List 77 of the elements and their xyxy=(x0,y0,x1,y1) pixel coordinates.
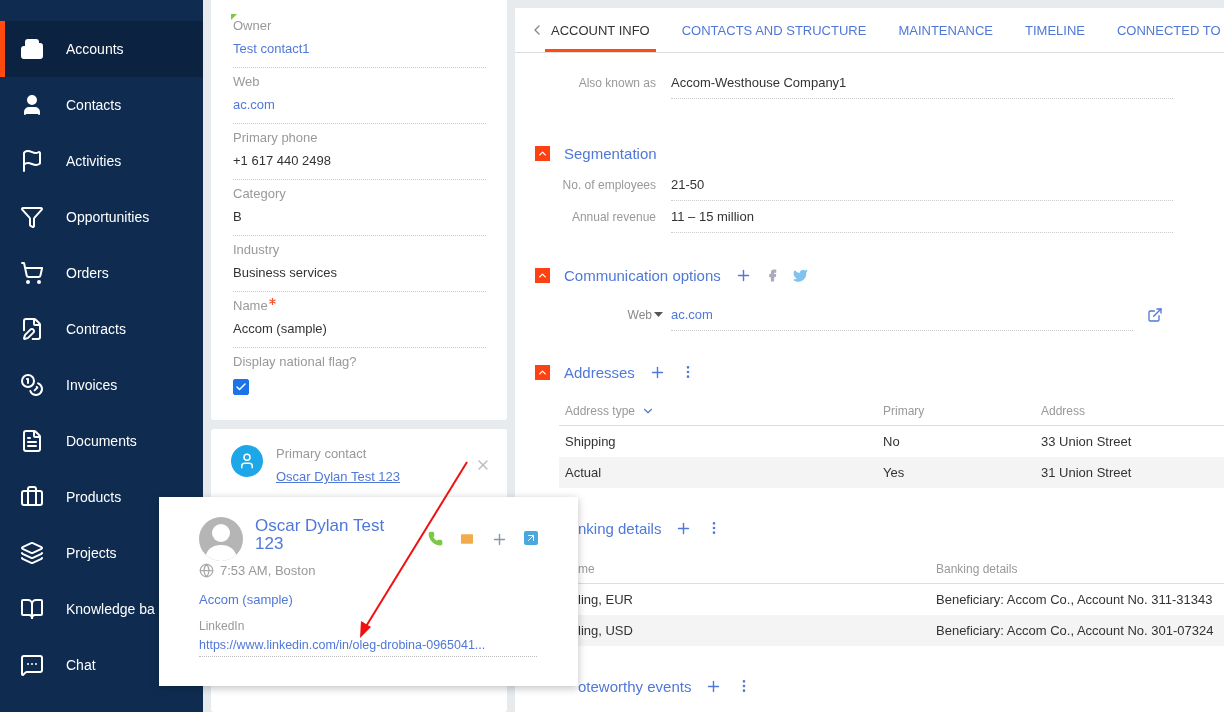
tab[interactable]: MAINTENANCE xyxy=(892,8,999,52)
section-title: oteworthy events xyxy=(578,677,692,695)
sidebar-item[interactable]: Activities xyxy=(0,133,203,189)
tab[interactable]: CONTACTS AND STRUCTURE xyxy=(675,8,873,52)
field-value: 11 – 15 million xyxy=(671,201,1173,233)
type-dropdown[interactable]: Web xyxy=(627,308,663,322)
column-header: Address xyxy=(1041,403,1087,418)
field-label: Display national flag? xyxy=(233,354,358,369)
column-header: Address type xyxy=(565,403,883,418)
collapse-button[interactable] xyxy=(535,267,550,283)
field-label: Category xyxy=(233,186,287,201)
collapse-button[interactable] xyxy=(535,145,550,161)
field-label: Web xyxy=(233,74,261,89)
field-label: Annual revenue xyxy=(570,210,657,224)
tab[interactable]: TIMELINE xyxy=(1019,8,1091,52)
twitter-icon[interactable] xyxy=(792,267,808,283)
section-title: Segmentation xyxy=(564,144,657,162)
table-cell-text: 33 Union Street xyxy=(1041,434,1133,449)
table-cell-text: Beneficiary: Accom Co., Account No. 301-07324 xyxy=(936,623,1215,638)
collapse-button[interactable] xyxy=(535,364,550,380)
phone-icon[interactable] xyxy=(428,531,443,546)
field-label: Owner xyxy=(233,18,486,33)
field-label: Also known as xyxy=(577,76,657,90)
tab[interactable]: CONNECTED TO xyxy=(1110,8,1224,52)
account-link[interactable]: Accom (sample) xyxy=(199,592,293,607)
web-link[interactable]: ac.com xyxy=(671,307,713,322)
check-icon xyxy=(235,381,247,393)
field-value: 21-50 xyxy=(671,169,1173,201)
table-cell-text: Beneficiary: Accom Co., Account No. 311-31343 xyxy=(936,592,1214,607)
timezone-icon xyxy=(199,563,214,578)
table-cell-text: Shipping xyxy=(565,434,617,449)
external-link-icon[interactable] xyxy=(1147,307,1163,323)
table-cell-text: Actual xyxy=(565,465,603,480)
checkbox[interactable] xyxy=(233,379,249,395)
section-title: Addresses xyxy=(564,363,635,381)
column-header: Banking details xyxy=(936,561,1019,576)
field-link[interactable]: Test contact1 xyxy=(233,41,486,56)
field-label: Primary phone xyxy=(233,130,319,145)
field-link[interactable]: ac.com xyxy=(233,97,486,112)
field-label: LinkedIn xyxy=(199,619,245,633)
section-title: Communication options xyxy=(564,266,721,284)
contact-avatar-icon xyxy=(231,445,263,477)
field-value: B xyxy=(233,209,243,224)
add-icon[interactable] xyxy=(491,531,508,548)
table-cell-text: No xyxy=(883,434,901,449)
sidebar-item[interactable]: Invoices xyxy=(0,357,203,413)
sidebar-item[interactable]: Contacts xyxy=(0,77,203,133)
table-cell-text: 31 Union Street xyxy=(1041,465,1133,480)
field-label: Industry xyxy=(233,242,281,257)
tab[interactable]: ACCOUNT INFO xyxy=(545,8,656,52)
field-value: Accom (sample) xyxy=(233,321,328,336)
sidebar-item[interactable]: Products xyxy=(0,469,203,525)
open-card-icon[interactable] xyxy=(524,531,538,545)
field-label: Name xyxy=(233,298,486,313)
sidebar-item[interactable]: Opportunities xyxy=(0,189,203,245)
contact-name-link[interactable]: Oscar Dylan Test 123 xyxy=(255,517,396,561)
table-cell-text: Yes xyxy=(883,465,906,480)
section-title: nking details xyxy=(578,519,662,537)
avatar-silhouette-icon xyxy=(199,517,243,561)
sidebar-item[interactable]: Documents xyxy=(0,413,203,469)
local-time: 7:53 AM, Boston xyxy=(220,563,316,578)
field-value: Business services xyxy=(233,265,339,280)
table-cell-text: ling, USD xyxy=(577,623,634,638)
field-label: No. of employees xyxy=(561,178,657,192)
contact-link[interactable]: Oscar Dylan Test 123 xyxy=(276,469,401,484)
sidebar-item[interactable]: Contracts xyxy=(0,301,203,357)
column-header: me xyxy=(577,561,596,576)
caret-icon xyxy=(654,312,663,318)
sidebar-item[interactable]: Accounts xyxy=(0,21,203,77)
sidebar-item[interactable]: Orders xyxy=(0,245,203,301)
sidebar-item[interactable]: Projects xyxy=(0,525,203,581)
linkedin-link[interactable]: https://www.linkedin.com/in/oleg-drobina-0965041... xyxy=(199,638,486,652)
table-cell-text: ling, EUR xyxy=(577,592,634,607)
field-value: Accom-Westhouse Company1 xyxy=(671,67,1173,99)
field-label: Primary contact xyxy=(276,446,368,461)
column-header: Primary xyxy=(883,403,926,418)
field-value: +1 617 440 2498 xyxy=(233,153,332,168)
